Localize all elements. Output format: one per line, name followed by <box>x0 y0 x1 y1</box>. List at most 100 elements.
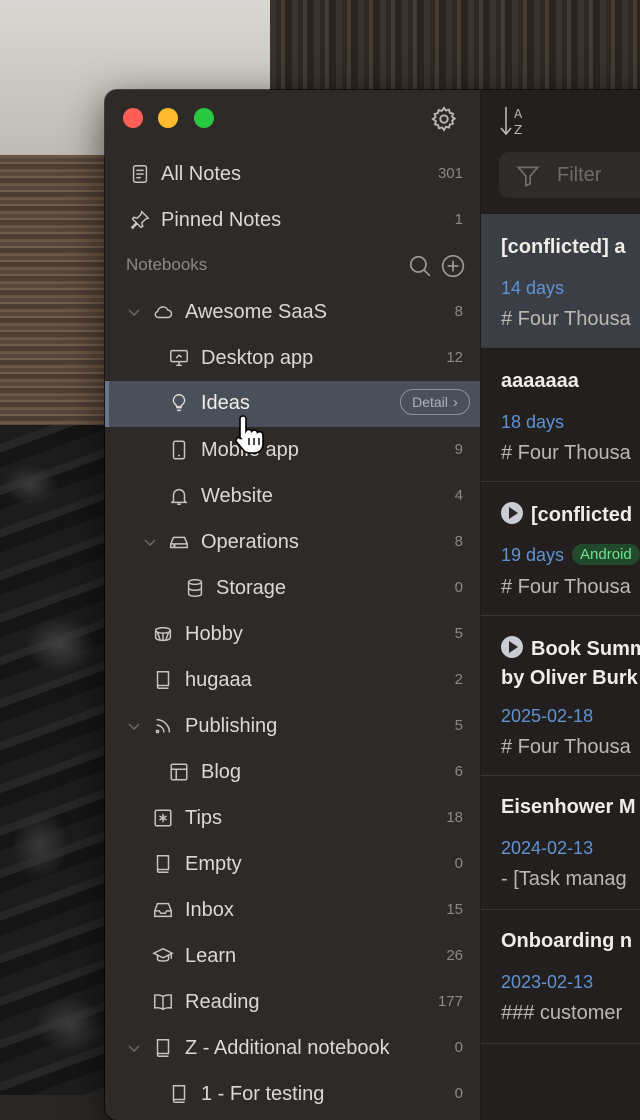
sidebar-item-awesome-saas[interactable]: Awesome SaaS 8 <box>105 290 480 334</box>
sidebar: All Notes 301 Pinned Notes 1 Notebooks A… <box>105 90 481 1120</box>
sidebar-item-label: Awesome SaaS <box>185 301 327 323</box>
database-icon <box>187 579 203 597</box>
note-icon <box>132 165 148 183</box>
filter-input[interactable]: Filter <box>499 152 640 198</box>
sidebar-item-publishing[interactable]: Publishing 5 <box>105 704 480 748</box>
sidebar-item-label: Website <box>201 485 273 507</box>
tag-badge[interactable]: Android <box>572 544 640 565</box>
book-icon <box>156 855 170 873</box>
note-count: 0 <box>454 855 463 872</box>
sidebar-item-inbox[interactable]: Inbox 15 <box>105 888 480 932</box>
add-notebook-icon[interactable] <box>440 253 466 279</box>
note-count: 15 <box>446 901 463 918</box>
layout-icon <box>170 763 188 781</box>
note-list-item[interactable]: Eisenhower M 2024-02-13 - [Task manag <box>481 776 640 910</box>
sidebar-item-hobby[interactable]: Hobby 5 <box>105 612 480 656</box>
close-window-button[interactable] <box>123 108 143 128</box>
sidebar-item-pinned-notes[interactable]: Pinned Notes 1 <box>105 198 480 242</box>
note-count: 301 <box>437 165 463 182</box>
note-list-item[interactable]: Book Summ by Oliver Burk 2025-02-18 # Fo… <box>481 616 640 776</box>
note-count: 4 <box>454 487 463 504</box>
sidebar-item-blog[interactable]: Blog 6 <box>105 750 480 794</box>
gear-icon[interactable] <box>430 105 458 133</box>
sidebar-item-storage[interactable]: Storage 0 <box>105 566 480 610</box>
chevron-down-icon[interactable] <box>127 719 141 733</box>
detail-button[interactable]: Detail › <box>400 389 470 415</box>
asterisk-icon <box>154 809 172 827</box>
zoom-window-button[interactable] <box>194 108 214 128</box>
sidebar-item-mobile-app[interactable]: Mobile app 9 <box>105 428 480 472</box>
note-title: Onboarding n <box>501 930 633 952</box>
note-snippet: # Four Thousa <box>501 308 631 330</box>
sidebar-item-all-notes[interactable]: All Notes 301 <box>105 152 480 196</box>
app-window: All Notes 301 Pinned Notes 1 Notebooks A… <box>105 90 640 1120</box>
note-list-item[interactable]: [conflicted 19 days Android # Four Thousa <box>481 482 640 616</box>
sidebar-item-label: Inbox <box>185 899 234 921</box>
note-count: 6 <box>454 763 463 780</box>
sidebar-item-label: Operations <box>201 531 299 553</box>
notes-list-pane: A Z Filter [conflicted] a 14 days # Four… <box>481 90 640 1120</box>
note-snippet: - [Task manag <box>501 868 627 890</box>
sidebar-item-label: Reading <box>185 991 260 1013</box>
book-icon <box>172 1085 186 1103</box>
note-title-line2: by Oliver Burk <box>501 667 638 689</box>
search-icon[interactable] <box>407 253 433 279</box>
chevron-down-icon[interactable] <box>127 1041 141 1055</box>
note-snippet: # Four Thousa <box>501 576 631 598</box>
chevron-down-icon[interactable] <box>143 535 157 549</box>
sidebar-item-hugaaa[interactable]: hugaaa 2 <box>105 658 480 702</box>
note-snippet: ### customer <box>501 1002 623 1024</box>
sort-az-icon[interactable]: A Z <box>499 104 529 138</box>
open-book-icon <box>154 994 172 1011</box>
chevron-down-icon[interactable] <box>127 305 141 319</box>
sidebar-item-label: Learn <box>185 945 237 967</box>
note-count: 18 <box>446 809 463 826</box>
sidebar-item-learn[interactable]: Learn 26 <box>105 934 480 978</box>
sidebar-item-z-additional-notebook[interactable]: Z - Additional notebook 0 <box>105 1026 480 1070</box>
cloud-icon <box>154 306 173 319</box>
sidebar-item-for-testing[interactable]: 1 - For testing 0 <box>105 1072 480 1116</box>
sidebar-item-label: Z - Additional notebook <box>185 1037 390 1059</box>
sidebar-item-label: Tips <box>185 807 223 829</box>
phone-icon <box>172 440 186 460</box>
chevron-right-icon: › <box>452 393 458 411</box>
note-count: 2 <box>454 671 463 688</box>
inbox-icon <box>154 902 172 918</box>
note-title: Book Summ <box>531 638 640 660</box>
filter-icon <box>516 166 540 188</box>
note-count: 8 <box>454 533 463 550</box>
filter-placeholder: Filter <box>557 164 602 186</box>
note-count: 8 <box>454 303 463 320</box>
note-count: 0 <box>454 579 463 596</box>
minimize-window-button[interactable] <box>158 108 178 128</box>
drum-icon <box>154 626 172 642</box>
note-date-row: 19 days Android <box>501 544 640 566</box>
background-wood <box>270 0 640 95</box>
note-list-item[interactable]: Onboarding n 2023-02-13 ### customer <box>481 910 640 1044</box>
drive-icon <box>170 536 188 549</box>
sidebar-item-empty[interactable]: Empty 0 <box>105 842 480 886</box>
sidebar-item-label: All Notes <box>161 163 242 185</box>
sidebar-item-label: Storage <box>216 577 287 599</box>
note-list-item[interactable]: aaaaaaa 18 days # Four Thousa <box>481 348 640 482</box>
note-date: 18 days <box>501 412 565 432</box>
svg-text:A: A <box>514 107 523 121</box>
note-count: 9 <box>454 441 463 458</box>
sidebar-item-desktop-app[interactable]: Desktop app 12 <box>105 336 480 380</box>
note-count: 0 <box>454 1039 463 1056</box>
note-list-item[interactable]: [conflicted] a 14 days # Four Thousa <box>481 214 640 348</box>
note-snippet: # Four Thousa <box>501 442 631 464</box>
book-icon <box>156 1039 170 1057</box>
sidebar-item-label: Blog <box>201 761 242 783</box>
note-title-row: [conflicted <box>501 502 632 527</box>
sidebar-item-operations[interactable]: Operations 8 <box>105 520 480 564</box>
bell-icon <box>170 488 188 505</box>
sidebar-item-reading[interactable]: Reading 177 <box>105 980 480 1024</box>
note-date: 2024-02-13 <box>501 838 594 858</box>
sidebar-item-tips[interactable]: Tips 18 <box>105 796 480 840</box>
note-title: [conflicted] a <box>501 236 626 258</box>
note-count: 5 <box>454 625 463 642</box>
note-date: 2023-02-13 <box>501 972 594 992</box>
sidebar-item-ideas[interactable]: Ideas Detail › <box>105 381 480 427</box>
sidebar-item-website[interactable]: Website 4 <box>105 474 480 518</box>
